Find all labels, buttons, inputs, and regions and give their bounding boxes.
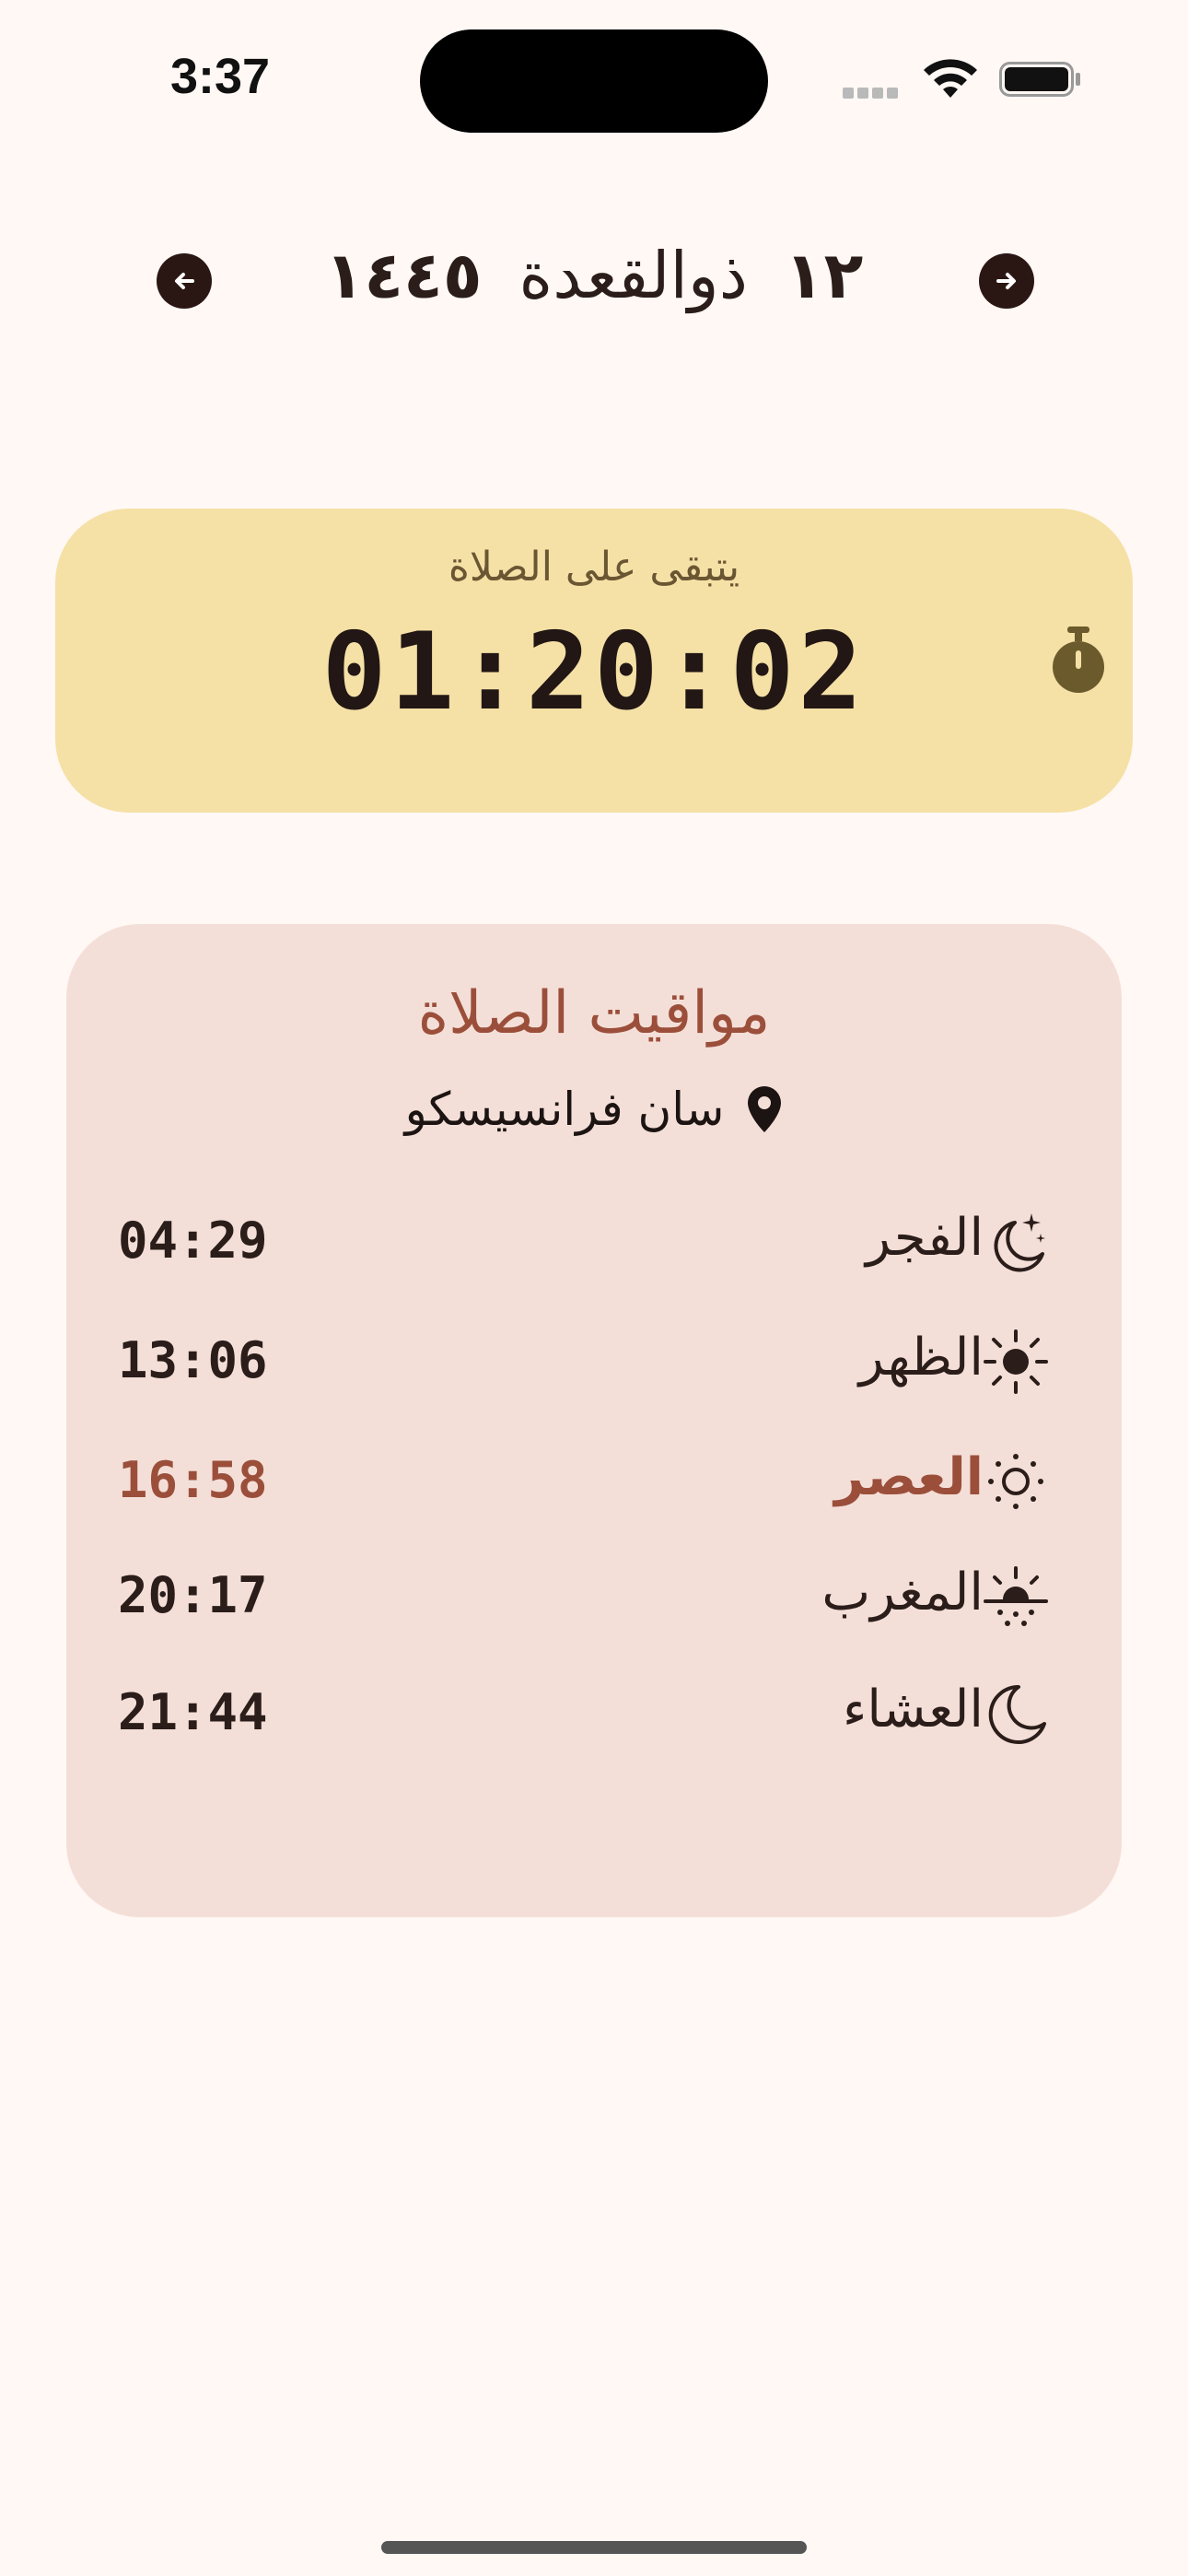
prayer-time: 16:58 [118,1451,268,1509]
sunset-icon [984,1566,1048,1626]
date-year: ١٤٤٥ [324,238,483,313]
stopwatch-icon [1053,626,1104,693]
arrow-left-icon [175,273,194,289]
prayer-row-maghrib: 20:17 المغرب [118,1555,1131,1638]
home-indicator[interactable] [381,2541,807,2554]
hijri-date: ١٢ ذوالقعدة ١٤٤٥ [295,238,893,313]
countdown-label: يتبقى على الصلاة [448,544,740,591]
prayer-name: الفجر [866,1208,984,1268]
prayer-time: 13:06 [118,1331,268,1389]
next-month-button[interactable] [979,253,1034,309]
card-title: مواقيت الصلاة [417,979,771,1048]
previous-month-button[interactable] [157,253,212,309]
prayer-row-isha: 21:44 العشاء [118,1672,1131,1755]
date-month: ذوالقعدة [518,238,748,313]
prayer-name: المغرب [821,1563,984,1622]
status-time: 3:37 [170,49,271,104]
dynamic-island [420,29,768,133]
moon-stars-icon [994,1213,1045,1272]
sun-icon [984,1329,1048,1394]
prayer-row-dhuhr: 13:06 الظهر [118,1320,1131,1403]
countdown-value: 01:20:02 [321,610,867,734]
location-pin-icon [748,1086,782,1132]
prayer-time: 21:44 [118,1683,268,1741]
prayer-name: الظهر [858,1328,984,1388]
date-day: ١٢ [784,238,864,313]
cellular-signal-icon [843,85,902,102]
prayer-times-card: مواقيت الصلاة سان فرانسيسكو 04:29 الفجر … [66,924,1122,1917]
battery-icon [999,62,1080,97]
location-row[interactable]: سان فرانسيسكو [66,1083,1122,1136]
prayer-row-fajr: 04:29 الفجر [118,1200,1131,1283]
prayer-name: العصر [834,1447,984,1507]
location-name: سان فرانسيسكو [404,1083,725,1136]
next-prayer-countdown-card: يتبقى على الصلاة 01:20:02 [55,509,1133,813]
arrow-right-icon [996,273,1016,289]
prayer-time: 20:17 [118,1566,268,1624]
prayer-name: العشاء [843,1680,984,1739]
crescent-moon-icon [988,1684,1046,1744]
sun-outline-icon [988,1454,1043,1509]
wifi-icon [924,59,977,98]
prayer-row-asr: 16:58 العصر [118,1440,1131,1523]
prayer-time: 04:29 [118,1212,268,1270]
